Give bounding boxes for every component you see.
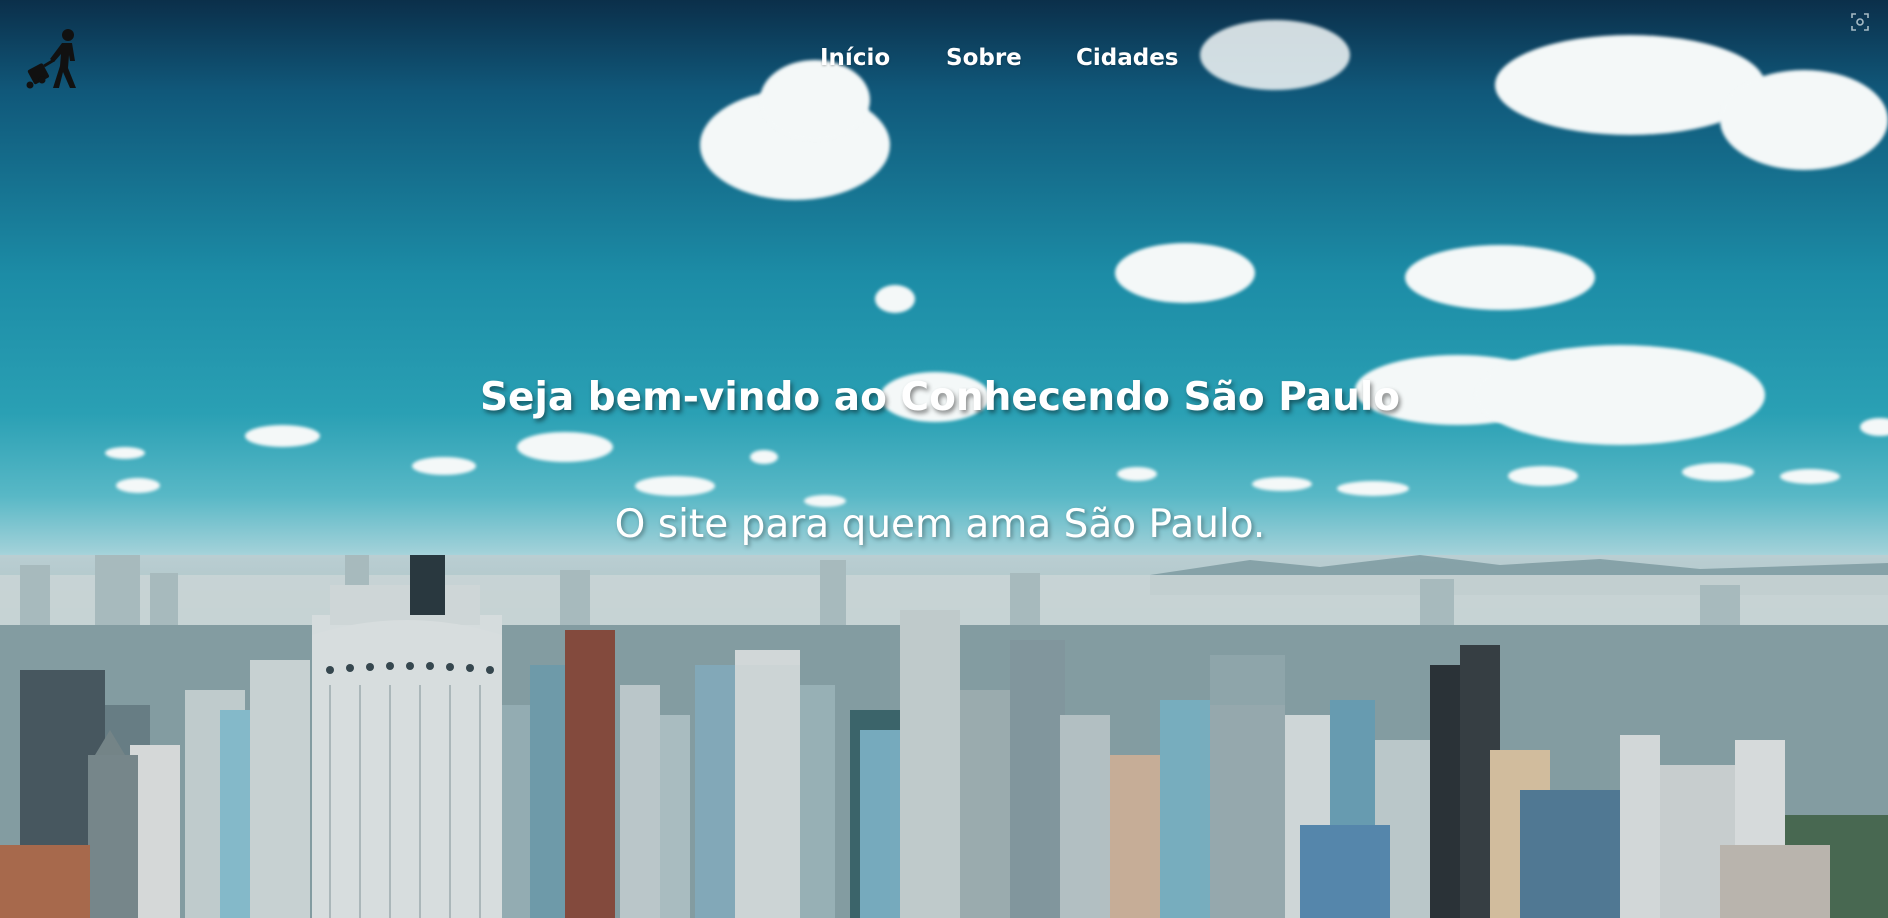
top-navbar: Início Sobre Cidades [0,0,1888,115]
nav-item-sobre[interactable]: Sobre [946,42,1022,74]
hero-section: Início Sobre Cidades Seja bem-vindo ao C… [0,0,1888,918]
nav-item-inicio[interactable]: Início [820,42,890,74]
hero-title: Seja bem-vindo ao Conhecendo São Paulo [479,375,1401,420]
main-nav: Início Sobre Cidades [0,42,1888,74]
nav-item-cidades[interactable]: Cidades [1076,42,1179,74]
hero-subtitle: O site para quem ama São Paulo. [614,502,1266,547]
city-skyline-image [0,555,1888,918]
screenshot-icon[interactable] [1850,12,1870,32]
